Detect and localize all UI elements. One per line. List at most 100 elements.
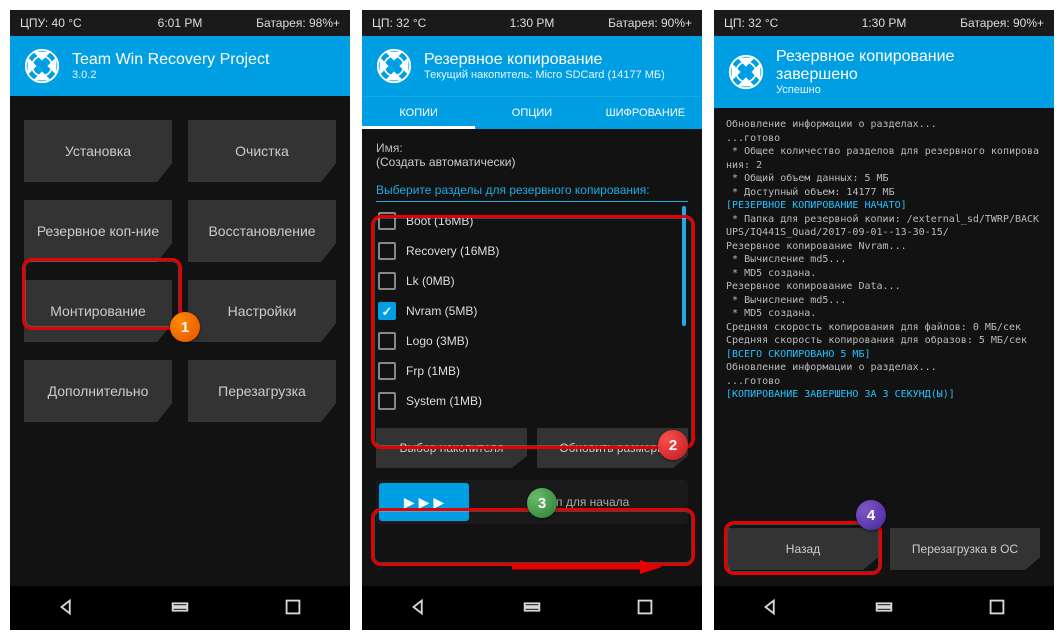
console-line: Средняя скорость копирования для файлов:… xyxy=(726,321,1042,335)
app-header: Резервное копирование Текущий накопитель… xyxy=(362,36,702,96)
nav-bar xyxy=(10,586,350,630)
status-bar: ЦПУ: 40 °C 6:01 PM Батарея: 98%+ xyxy=(10,10,350,36)
partition-nvram[interactable]: Nvram (5MB) xyxy=(376,296,688,326)
partition-lk[interactable]: Lk (0MB) xyxy=(376,266,688,296)
header-version: 3.0.2 xyxy=(72,69,269,81)
chevron-right-icon: ▶ xyxy=(419,494,430,511)
console-line: ...готово xyxy=(726,375,1042,389)
header-status: Успешно xyxy=(776,84,1040,96)
status-bar: ЦП: 32 °C 1:30 PM Батарея: 90%+ xyxy=(714,10,1054,36)
console-line: ...готово xyxy=(726,132,1042,146)
nav-recents-icon[interactable] xyxy=(634,596,656,621)
checkbox-icon xyxy=(378,242,396,260)
checkbox-checked-icon xyxy=(378,302,396,320)
console-line: * Папка для резервной копии: /external_s… xyxy=(726,213,1042,240)
status-cpu: ЦПУ: 40 °C xyxy=(20,16,127,30)
settings-button[interactable]: Настройки xyxy=(188,280,336,342)
console-line: * MD5 создана. xyxy=(726,307,1042,321)
swipe-thumb[interactable]: ▶▶▶ xyxy=(379,483,469,521)
swipe-label: Свайп для начала xyxy=(469,495,688,509)
console-line: [РЕЗЕРВНОЕ КОПИРОВАНИЕ НАЧАТО] xyxy=(726,199,1042,213)
tab-options[interactable]: ОПЦИИ xyxy=(475,97,588,129)
status-cpu: ЦП: 32 °C xyxy=(372,16,479,30)
restore-button[interactable]: Восстановление xyxy=(188,200,336,262)
status-cpu: ЦП: 32 °C xyxy=(724,16,831,30)
nav-recents-icon[interactable] xyxy=(986,596,1008,621)
console-line: * Общее количество разделов для резервно… xyxy=(726,145,1042,172)
tabs: КОПИИ ОПЦИИ ШИФРОВАНИЕ xyxy=(362,96,702,129)
status-battery: Батарея: 90%+ xyxy=(585,16,692,30)
nav-recents-icon[interactable] xyxy=(282,596,304,621)
nav-bar xyxy=(362,586,702,630)
header-title: Team Win Recovery Project xyxy=(72,51,269,69)
partitions-section-title: Выберите разделы для резервного копирова… xyxy=(376,175,688,202)
phone-screen-3: ЦП: 32 °C 1:30 PM Батарея: 90%+ Резервно… xyxy=(714,10,1054,630)
name-label: Имя: xyxy=(376,141,688,155)
name-value[interactable]: (Создать автоматически) xyxy=(376,155,688,169)
nav-back-icon[interactable] xyxy=(56,596,78,621)
chevron-right-icon: ▶ xyxy=(433,494,444,511)
backup-button[interactable]: Резервное коп-ние xyxy=(24,200,172,262)
console-line: * Вычисление md5... xyxy=(726,294,1042,308)
nav-back-icon[interactable] xyxy=(760,596,782,621)
checkbox-icon xyxy=(378,392,396,410)
console-line: Резервное копирование Data... xyxy=(726,280,1042,294)
console-line: Средняя скорость копирования для образов… xyxy=(726,334,1042,348)
partition-system[interactable]: System (1MB) xyxy=(376,386,688,416)
header-title: Резервное копирование завершено xyxy=(776,48,1040,84)
console-line: Резервное копирование Nvram... xyxy=(726,240,1042,254)
phone-screen-1: ЦПУ: 40 °C 6:01 PM Батарея: 98%+ Team Wi… xyxy=(10,10,350,630)
tab-encryption[interactable]: ШИФРОВАНИЕ xyxy=(589,97,702,129)
nav-home-icon[interactable] xyxy=(169,596,191,621)
checkbox-icon xyxy=(378,272,396,290)
partition-frp[interactable]: Frp (1MB) xyxy=(376,356,688,386)
header-storage: Текущий накопитель: Micro SDCard (14177 … xyxy=(424,69,665,81)
storage-select-button[interactable]: Выбор накопителя xyxy=(376,428,527,468)
checkbox-icon xyxy=(378,332,396,350)
partition-logo[interactable]: Logo (3MB) xyxy=(376,326,688,356)
advanced-button[interactable]: Дополнительно xyxy=(24,360,172,422)
nav-home-icon[interactable] xyxy=(873,596,895,621)
reboot-button[interactable]: Перезагрузка xyxy=(188,360,336,422)
checkbox-icon xyxy=(378,212,396,230)
reboot-os-button[interactable]: Перезагрузка в ОС xyxy=(890,528,1040,570)
header-title: Резервное копирование xyxy=(424,51,665,69)
phone-screen-2: ЦП: 32 °C 1:30 PM Батарея: 90%+ Резервно… xyxy=(362,10,702,630)
status-battery: Батарея: 98%+ xyxy=(233,16,340,30)
console-line: * Доступный объем: 14177 МБ xyxy=(726,186,1042,200)
console-line: [ВСЕГО СКОПИРОВАНО 5 МБ] xyxy=(726,348,1042,362)
console-line: Обновление информации о разделах... xyxy=(726,361,1042,375)
app-header: Team Win Recovery Project 3.0.2 xyxy=(10,36,350,96)
swipe-arrow-icon xyxy=(512,560,662,574)
mount-button[interactable]: Монтирование xyxy=(24,280,172,342)
badge-3: 3 xyxy=(527,488,557,518)
console-line: * MD5 создана. xyxy=(726,267,1042,281)
main-menu-grid: Установка Очистка Резервное коп-ние Восс… xyxy=(10,96,350,446)
badge-2: 2 xyxy=(658,430,688,460)
wipe-button[interactable]: Очистка xyxy=(188,120,336,182)
console-line: Обновление информации о разделах... xyxy=(726,118,1042,132)
badge-1: 1 xyxy=(170,312,200,342)
status-time: 6:01 PM xyxy=(127,16,234,30)
status-bar: ЦП: 32 °C 1:30 PM Батарея: 90%+ xyxy=(362,10,702,36)
back-button[interactable]: Назад xyxy=(728,528,878,570)
tab-copies[interactable]: КОПИИ xyxy=(362,97,475,129)
status-battery: Батарея: 90%+ xyxy=(937,16,1044,30)
scroll-indicator[interactable] xyxy=(682,206,686,326)
status-time: 1:30 PM xyxy=(479,16,586,30)
partitions-list: Boot (16MB) Recovery (16MB) Lk (0MB) Nvr… xyxy=(376,206,688,416)
partition-boot[interactable]: Boot (16MB) xyxy=(376,206,688,236)
nav-home-icon[interactable] xyxy=(521,596,543,621)
nav-back-icon[interactable] xyxy=(408,596,430,621)
status-time: 1:30 PM xyxy=(831,16,938,30)
badge-4: 4 xyxy=(856,500,886,530)
nav-bar xyxy=(714,586,1054,630)
partition-recovery[interactable]: Recovery (16MB) xyxy=(376,236,688,266)
twrp-logo-icon xyxy=(24,48,60,84)
app-header: Резервное копирование завершено Успешно xyxy=(714,36,1054,108)
chevron-right-icon: ▶ xyxy=(404,494,415,511)
checkbox-icon xyxy=(378,362,396,380)
console-line: * Вычисление md5... xyxy=(726,253,1042,267)
install-button[interactable]: Установка xyxy=(24,120,172,182)
console-line: * Общий объем данных: 5 МБ xyxy=(726,172,1042,186)
